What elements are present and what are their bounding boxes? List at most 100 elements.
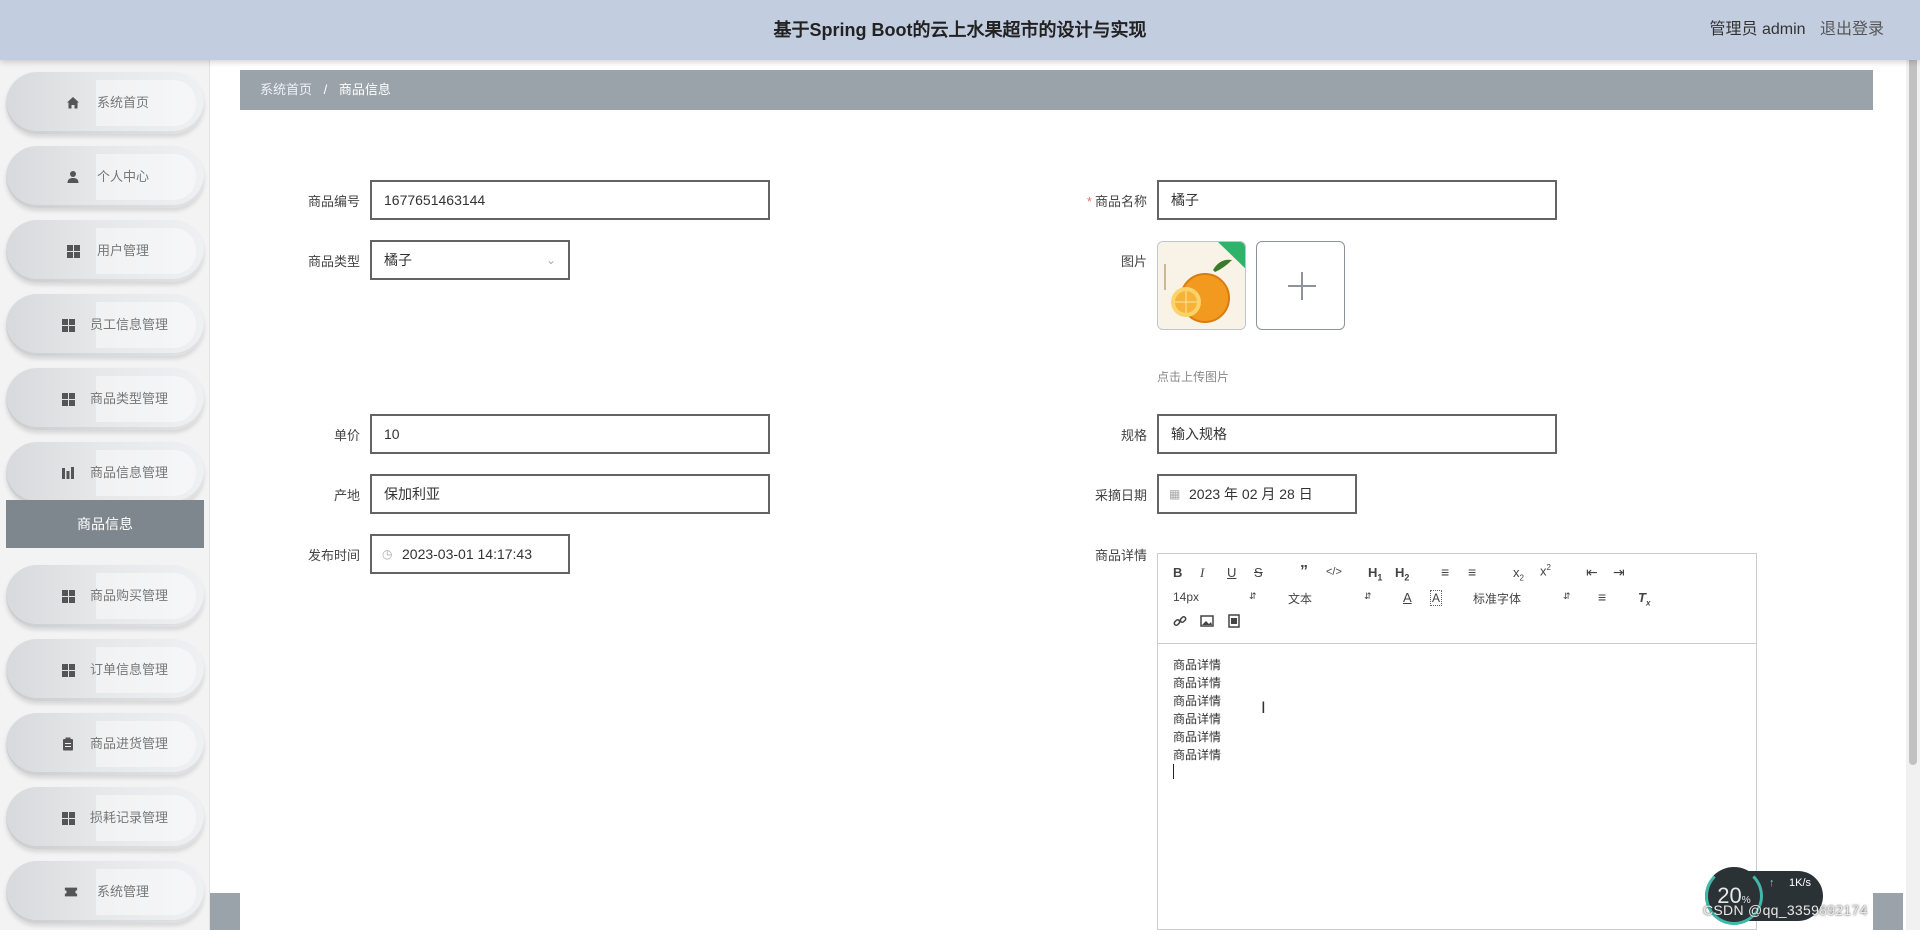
sidebar-item-staff[interactable]: 员工信息管理: [6, 294, 204, 356]
sidebar-item-home[interactable]: 系统首页: [6, 72, 204, 134]
sidebar-item-system[interactable]: 系统管理: [6, 861, 204, 923]
logout-link[interactable]: 退出登录: [1820, 21, 1884, 38]
price-label: 单价: [333, 428, 360, 443]
origin-label: 产地: [333, 488, 360, 503]
type-select[interactable]: 橘子 ⌄: [370, 240, 570, 280]
background-color-icon[interactable]: A: [1430, 590, 1443, 606]
font-size-select[interactable]: 14px ⇵: [1173, 590, 1257, 604]
sidebar-item-stock-in[interactable]: 商品进货管理: [6, 713, 204, 775]
content-line: 商品详情: [1173, 712, 1222, 726]
app-title: 基于Spring Boot的云上水果超市的设计与实现: [773, 20, 1147, 40]
indent-icon[interactable]: ⇥: [1613, 564, 1625, 581]
header2-icon[interactable]: H2: [1395, 565, 1409, 583]
pick-date-field[interactable]: ▦ 2023 年 02 月 28 日: [1157, 474, 1357, 514]
italic-icon[interactable]: I: [1200, 565, 1204, 581]
sidebar-item-personal[interactable]: 个人中心: [6, 146, 204, 208]
strikethrough-icon[interactable]: S: [1254, 565, 1263, 580]
type-value: 橘子: [384, 252, 412, 268]
sidebar-item-label: 员工信息管理: [89, 317, 168, 332]
top-header: 基于Spring Boot的云上水果超市的设计与实现 管理员 admin 退出登…: [0, 0, 1920, 60]
pick-date-value: 2023 年 02 月 28 日: [1189, 486, 1313, 502]
sidebar-item-purchases[interactable]: 商品购买管理: [6, 565, 204, 627]
image-icon[interactable]: [1200, 614, 1214, 631]
breadcrumb: 系统首页 / 商品信息: [240, 70, 1873, 110]
spec-placeholder: 输入规格: [1171, 426, 1227, 442]
font-family-select[interactable]: 标准字体 ⇵: [1473, 590, 1571, 607]
user-label: 管理员 admin: [1709, 21, 1806, 38]
chevron-down-icon: ⌄: [545, 253, 556, 267]
price-field[interactable]: 10: [370, 414, 770, 454]
origin-value: 保加利亚: [384, 486, 440, 502]
content-line: 商品详情: [1173, 676, 1222, 690]
subscript-icon[interactable]: x2: [1513, 565, 1524, 583]
sidebar-item-label: 商品购买管理: [89, 588, 168, 603]
uploaded-image-thumbnail[interactable]: [1157, 241, 1246, 330]
blockquote-icon[interactable]: ”: [1300, 563, 1308, 581]
align-icon[interactable]: ≡: [1598, 589, 1606, 605]
publish-time-value: 2023-03-01 14:17:43: [402, 546, 532, 562]
scrollbar-thumb[interactable]: [1909, 40, 1917, 765]
watermark-text: CSDN @qq_3359892174: [1703, 902, 1868, 918]
code-field[interactable]: 1677651463144: [370, 180, 770, 220]
required-mark: *: [1086, 194, 1092, 209]
rich-text-editor[interactable]: B I U S ” </> H1 H2 ≡ ≡ x2 x2 ⇤ ⇥ 14px ⇵…: [1157, 553, 1757, 930]
code-label: 商品编号: [307, 194, 360, 209]
sidebar-item-label: 商品信息管理: [89, 465, 168, 480]
sidebar-item-users[interactable]: 用户管理: [6, 220, 204, 282]
code-block-icon[interactable]: </>: [1326, 566, 1342, 578]
select-arrows-icon: ⇵: [1364, 591, 1372, 601]
outdent-icon[interactable]: ⇤: [1586, 564, 1598, 581]
sidebar-item-orders[interactable]: 订单信息管理: [6, 639, 204, 701]
price-value: 10: [384, 426, 400, 442]
sidebar-item-product-types[interactable]: 商品类型管理: [6, 368, 204, 430]
spec-label: 规格: [1120, 428, 1147, 443]
page-scrollbar[interactable]: [1906, 0, 1920, 930]
publish-time-label: 发布时间: [307, 548, 360, 563]
sidebar-item-label: 商品类型管理: [89, 391, 168, 406]
spec-field[interactable]: 输入规格: [1157, 414, 1557, 454]
sidebar-item-label: 系统管理: [96, 884, 149, 899]
detail-label: 商品详情: [1094, 548, 1147, 563]
breadcrumb-separator: /: [323, 82, 328, 97]
link-icon[interactable]: [1173, 614, 1187, 631]
sidebar-item-loss-records[interactable]: 损耗记录管理: [6, 787, 204, 849]
sidebar-item-label: 用户管理: [96, 243, 149, 258]
breadcrumb-home[interactable]: 系统首页: [260, 82, 312, 97]
underline-icon[interactable]: U: [1227, 565, 1236, 580]
ordered-list-icon[interactable]: ≡: [1441, 564, 1449, 580]
sidebar-item-product-info[interactable]: 商品信息管理: [6, 442, 204, 504]
origin-field[interactable]: 保加利亚: [370, 474, 770, 514]
content-line: 商品详情: [1173, 694, 1222, 708]
net-up-value: 1K/s: [1789, 877, 1812, 889]
content-line: 商品详情: [1173, 748, 1222, 762]
video-icon[interactable]: [1227, 614, 1241, 631]
main-panel-bottom-right: [1873, 893, 1903, 930]
upload-add-button[interactable]: [1256, 241, 1345, 330]
sidebar-item-label: 订单信息管理: [89, 662, 168, 677]
main-panel-bottom-left: [210, 893, 240, 930]
type-label: 商品类型: [307, 254, 360, 269]
code-value: 1677651463144: [384, 192, 486, 208]
orange-image: [1158, 242, 1245, 329]
name-value: 橘子: [1171, 192, 1199, 208]
superscript-icon[interactable]: x2: [1540, 563, 1551, 578]
sidebar-item-label: 个人中心: [96, 169, 149, 184]
clear-format-icon[interactable]: Tx: [1638, 590, 1650, 608]
bold-icon[interactable]: B: [1173, 565, 1182, 580]
sidebar-subitem-product-info[interactable]: 商品信息: [6, 500, 204, 548]
sidebar-item-label: 系统首页: [96, 95, 149, 110]
font-color-icon[interactable]: A: [1403, 590, 1412, 605]
name-field[interactable]: 橘子: [1157, 180, 1557, 220]
publish-time-field[interactable]: ◷ 2023-03-01 14:17:43: [370, 534, 570, 574]
name-label: * 商品名称: [1086, 194, 1147, 209]
pick-date-label: 采摘日期: [1094, 488, 1147, 503]
text-format-select[interactable]: 文本 ⇵: [1288, 590, 1372, 607]
editor-content[interactable]: 商品详情 商品详情 商品详情 商品详情 商品详情 商品详情: [1158, 644, 1756, 796]
user-area: 管理员 admin 退出登录: [1710, 0, 1885, 60]
sidebar-item-label: 损耗记录管理: [89, 810, 168, 825]
bullet-list-icon[interactable]: ≡: [1468, 564, 1476, 580]
sidebar-item-label: 商品进货管理: [89, 736, 168, 751]
editor-toolbar: B I U S ” </> H1 H2 ≡ ≡ x2 x2 ⇤ ⇥ 14px ⇵…: [1158, 554, 1756, 644]
header1-icon[interactable]: H1: [1368, 565, 1382, 583]
ibeam-cursor-icon: Ⅰ: [1261, 700, 1266, 717]
